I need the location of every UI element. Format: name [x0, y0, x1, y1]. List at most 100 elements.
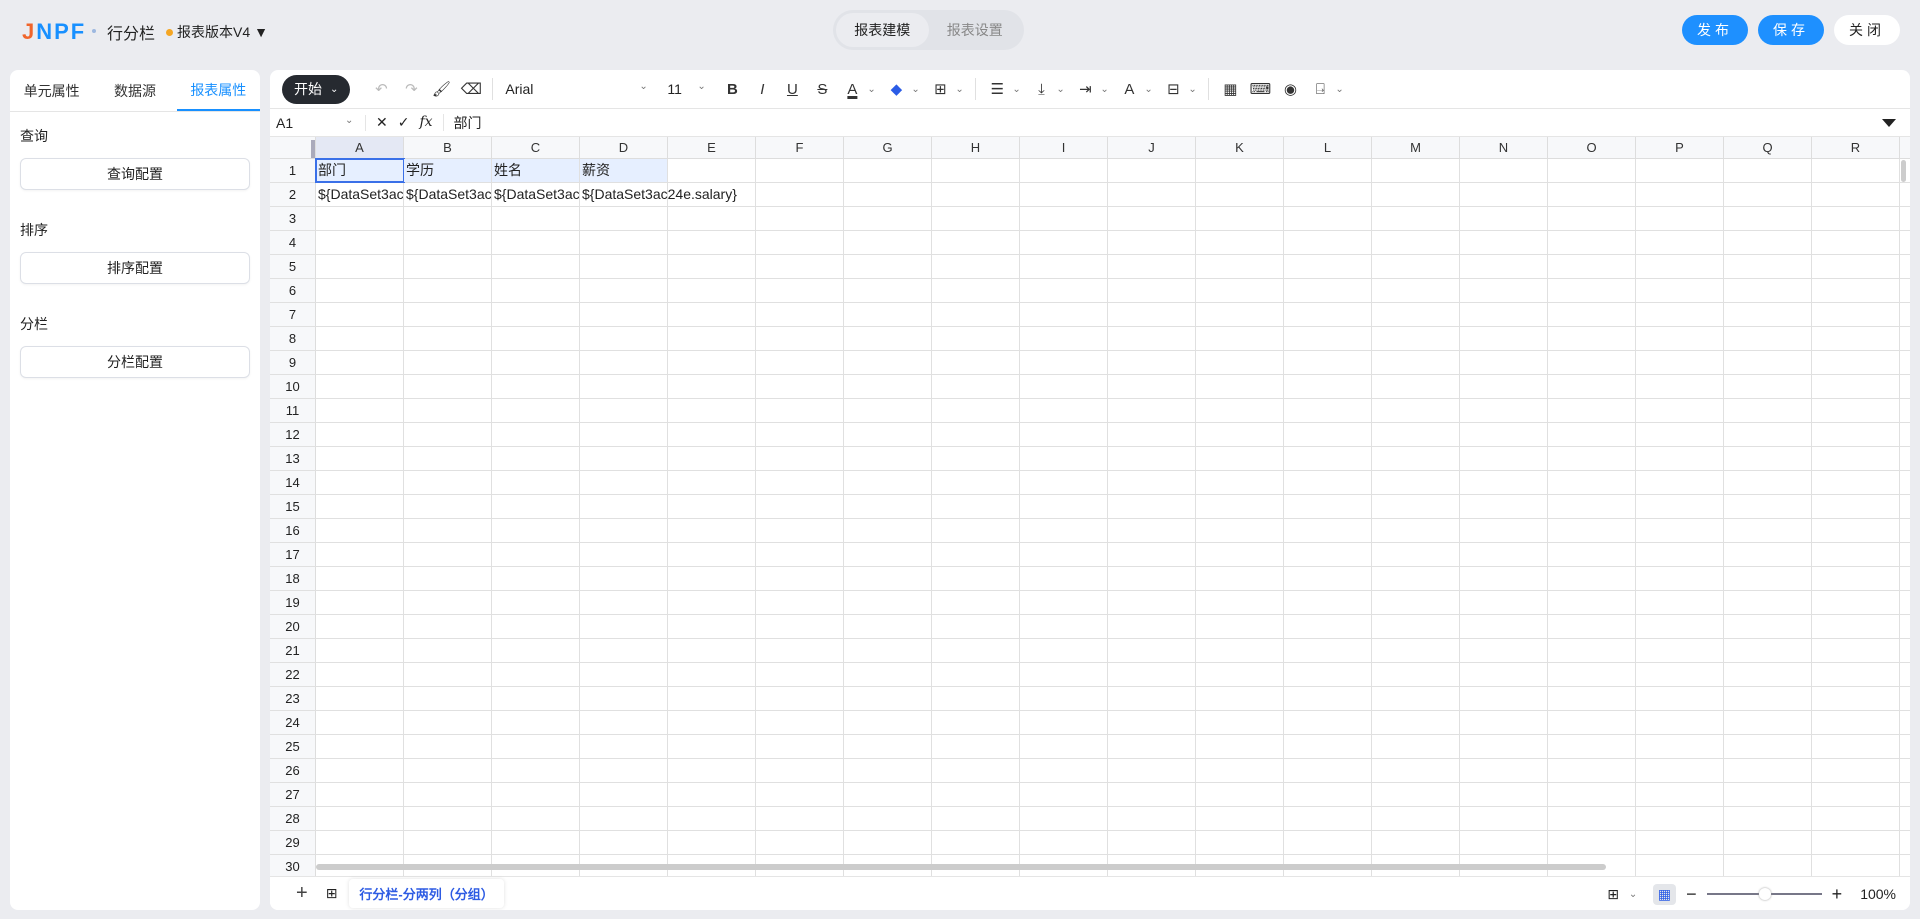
cell[interactable]: [1724, 759, 1812, 782]
confirm-icon[interactable]: ✓: [398, 114, 410, 131]
cell[interactable]: [404, 327, 492, 350]
cell[interactable]: [1812, 399, 1900, 422]
row-header[interactable]: 9: [270, 351, 316, 374]
cell[interactable]: [1548, 447, 1636, 470]
cell[interactable]: [1372, 831, 1460, 854]
cell[interactable]: [316, 519, 404, 542]
cell[interactable]: [1372, 783, 1460, 806]
cell[interactable]: [1460, 735, 1548, 758]
row-header[interactable]: 17: [270, 543, 316, 566]
cell[interactable]: [756, 471, 844, 494]
cell[interactable]: [756, 255, 844, 278]
cell[interactable]: [1548, 183, 1636, 206]
cell[interactable]: [1636, 711, 1724, 734]
row-header[interactable]: 6: [270, 279, 316, 302]
cell[interactable]: [580, 255, 668, 278]
cell[interactable]: [1196, 663, 1284, 686]
cell[interactable]: [1020, 639, 1108, 662]
font-size-select[interactable]: 11 ⌄: [659, 81, 717, 97]
cell[interactable]: [492, 711, 580, 734]
cell[interactable]: [1372, 543, 1460, 566]
select-all-corner[interactable]: [270, 137, 316, 158]
cell[interactable]: [492, 327, 580, 350]
cell[interactable]: [404, 207, 492, 230]
cell[interactable]: [668, 687, 756, 710]
cell[interactable]: [1372, 639, 1460, 662]
cell[interactable]: [1108, 831, 1196, 854]
cell[interactable]: [1724, 231, 1812, 254]
cell[interactable]: [756, 207, 844, 230]
cell[interactable]: 学历: [404, 159, 492, 182]
cell[interactable]: [404, 471, 492, 494]
cell[interactable]: [1020, 159, 1108, 182]
cell[interactable]: [756, 759, 844, 782]
cancel-icon[interactable]: ✕: [376, 114, 388, 131]
cell[interactable]: [1812, 783, 1900, 806]
cell[interactable]: [756, 423, 844, 446]
cell[interactable]: [844, 471, 932, 494]
cell[interactable]: [668, 423, 756, 446]
cell[interactable]: [1284, 783, 1372, 806]
cell[interactable]: [1020, 183, 1108, 206]
start-menu-button[interactable]: 开始 ⌄: [282, 74, 351, 104]
cell[interactable]: [492, 759, 580, 782]
cell[interactable]: [404, 423, 492, 446]
cell[interactable]: [1636, 543, 1724, 566]
italic-icon[interactable]: I: [747, 81, 777, 98]
cell[interactable]: [1108, 687, 1196, 710]
tab-data-source[interactable]: 数据源: [93, 70, 176, 111]
cell[interactable]: [1548, 759, 1636, 782]
cell[interactable]: [1724, 735, 1812, 758]
cell[interactable]: [1020, 447, 1108, 470]
cell[interactable]: [580, 831, 668, 854]
cell[interactable]: [1196, 351, 1284, 374]
cell[interactable]: [580, 327, 668, 350]
cell[interactable]: [932, 735, 1020, 758]
cell[interactable]: [932, 471, 1020, 494]
row-header[interactable]: 20: [270, 615, 316, 638]
cell[interactable]: [1724, 399, 1812, 422]
column-header[interactable]: C: [492, 137, 580, 158]
cell[interactable]: [1284, 399, 1372, 422]
cell[interactable]: [844, 255, 932, 278]
cell[interactable]: [1284, 735, 1372, 758]
cell[interactable]: [1636, 207, 1724, 230]
cell[interactable]: [668, 519, 756, 542]
cell[interactable]: [316, 543, 404, 566]
row-header[interactable]: 28: [270, 807, 316, 830]
column-header[interactable]: Q: [1724, 137, 1812, 158]
cell[interactable]: [1548, 615, 1636, 638]
chevron-down-icon[interactable]: ⌄: [1012, 84, 1026, 95]
cell[interactable]: [1108, 783, 1196, 806]
column-header[interactable]: B: [404, 137, 492, 158]
cell[interactable]: [932, 567, 1020, 590]
cell[interactable]: [316, 207, 404, 230]
row-header[interactable]: 30: [270, 855, 316, 878]
cell[interactable]: [1020, 831, 1108, 854]
cell[interactable]: [1724, 471, 1812, 494]
publish-button[interactable]: 发布: [1682, 15, 1748, 45]
chevron-down-icon[interactable]: ⌄: [1056, 84, 1070, 95]
cell[interactable]: [844, 495, 932, 518]
cell[interactable]: [668, 279, 756, 302]
cell[interactable]: [668, 663, 756, 686]
cell[interactable]: [668, 567, 756, 590]
row-header[interactable]: 10: [270, 375, 316, 398]
cell[interactable]: [1284, 279, 1372, 302]
cell[interactable]: [1372, 399, 1460, 422]
strikethrough-icon[interactable]: S: [807, 81, 837, 98]
cell[interactable]: [756, 351, 844, 374]
cell[interactable]: [1108, 303, 1196, 326]
cell[interactable]: [316, 471, 404, 494]
cell[interactable]: [756, 687, 844, 710]
cell[interactable]: [1460, 495, 1548, 518]
cell[interactable]: [1020, 759, 1108, 782]
row-header[interactable]: 5: [270, 255, 316, 278]
column-header[interactable]: R: [1812, 137, 1900, 158]
cell[interactable]: [1020, 375, 1108, 398]
cell[interactable]: [316, 663, 404, 686]
cell[interactable]: [580, 471, 668, 494]
cell[interactable]: [404, 711, 492, 734]
cell[interactable]: [404, 231, 492, 254]
cell[interactable]: [1548, 783, 1636, 806]
